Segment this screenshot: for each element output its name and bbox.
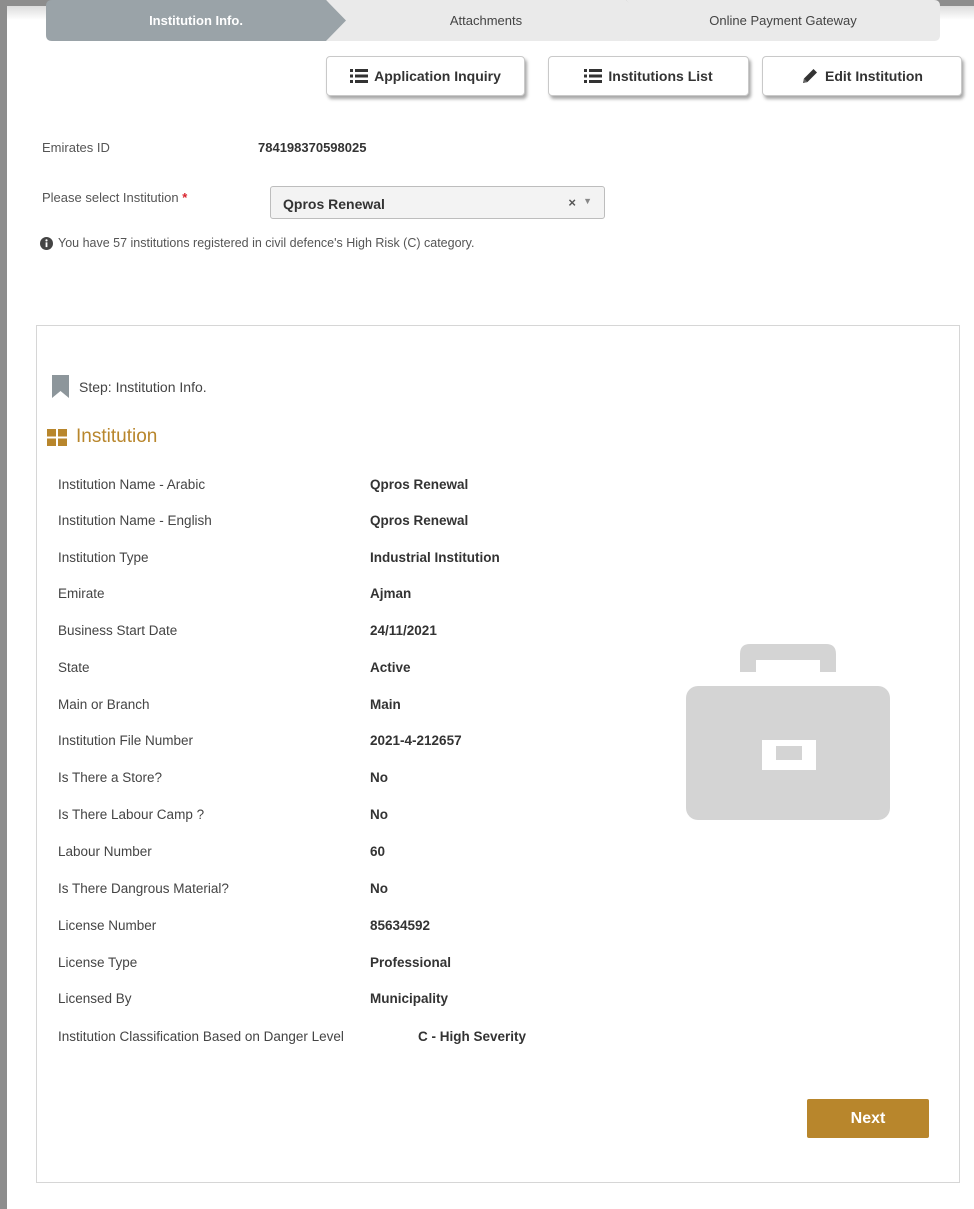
- chevron-down-icon[interactable]: ▼: [583, 196, 592, 206]
- detail-label: Is There a Store?: [58, 770, 163, 785]
- detail-label: Labour Number: [58, 844, 152, 859]
- emirates-id-label: Emirates ID: [42, 140, 110, 155]
- step-indicator-text: Step: Institution Info.: [79, 378, 207, 395]
- institution-select-label-text: Please select Institution: [42, 190, 179, 205]
- detail-label: License Number: [58, 918, 157, 933]
- info-message: You have 57 institutions registered in c…: [40, 236, 474, 250]
- edit-institution-button[interactable]: Edit Institution: [762, 56, 962, 96]
- section-title: Institution: [47, 426, 157, 448]
- detail-value: No: [370, 881, 388, 896]
- detail-label: Is There Dangrous Material?: [58, 881, 229, 896]
- detail-value: No: [370, 807, 388, 822]
- window-frame-left: [0, 0, 7, 1209]
- institution-select[interactable]: Qpros Renewal × ▼: [270, 186, 605, 219]
- detail-value: 24/11/2021: [370, 623, 437, 638]
- detail-label: License Type: [58, 955, 138, 970]
- institutions-list-label: Institutions List: [608, 68, 713, 84]
- application-inquiry-label: Application Inquiry: [374, 68, 501, 84]
- wizard-step-institution-info[interactable]: Institution Info.: [46, 0, 346, 41]
- next-button[interactable]: Next: [807, 1099, 929, 1138]
- wizard-step-label: Institution Info.: [149, 13, 243, 28]
- pencil-icon: [801, 67, 819, 85]
- detail-value: Qpros Renewal: [370, 477, 469, 492]
- detail-label: Institution Name - English: [58, 513, 212, 528]
- wizard-step-attachments[interactable]: Attachments: [326, 0, 646, 41]
- detail-label: Main or Branch: [58, 697, 150, 712]
- required-mark: *: [182, 190, 188, 205]
- detail-label: Institution Classification Based on Dang…: [58, 1029, 344, 1044]
- detail-value: Municipality: [370, 991, 449, 1006]
- detail-value: No: [370, 770, 388, 785]
- detail-value: C - High Severity: [418, 1029, 527, 1044]
- emirates-id-value: 784198370598025: [258, 140, 367, 155]
- step-indicator: Step: Institution Info.: [52, 375, 207, 398]
- institutions-list-button[interactable]: Institutions List: [548, 56, 749, 96]
- section-title-text: Institution: [76, 426, 158, 447]
- application-inquiry-button[interactable]: Application Inquiry: [326, 56, 525, 96]
- institution-select-label: Please select Institution *: [42, 190, 187, 205]
- detail-label: Institution Type: [58, 550, 149, 565]
- wizard-step-label: Attachments: [449, 13, 523, 28]
- info-circle-icon: [40, 236, 53, 250]
- detail-value: 85634592: [370, 918, 431, 933]
- detail-value: 2021-4-212657: [370, 733, 462, 748]
- detail-value: Qpros Renewal: [370, 513, 469, 528]
- detail-label: Is There Labour Camp ?: [58, 807, 205, 822]
- bookmark-icon: [52, 375, 69, 398]
- wizard-step-online-payment[interactable]: Online Payment Gateway: [626, 0, 940, 41]
- detail-label: Licensed By: [58, 991, 132, 1006]
- detail-value: Ajman: [370, 586, 412, 601]
- list-icon: [584, 69, 603, 83]
- detail-label: Institution Name - Arabic: [58, 477, 206, 492]
- wizard-step-label: Online Payment Gateway: [709, 13, 857, 28]
- detail-label: Emirate: [58, 586, 105, 601]
- briefcase-icon: [686, 644, 890, 825]
- detail-label: State: [58, 660, 90, 675]
- detail-value: 60: [370, 844, 386, 859]
- detail-value: Active: [370, 660, 411, 675]
- detail-label: Institution File Number: [58, 733, 194, 748]
- detail-label: Business Start Date: [58, 623, 178, 638]
- detail-value: Industrial Institution: [370, 550, 500, 565]
- detail-value: Main: [370, 697, 401, 712]
- info-message-text: You have 57 institutions registered in c…: [58, 236, 475, 250]
- list-icon: [350, 69, 369, 83]
- edit-institution-label: Edit Institution: [825, 68, 923, 84]
- grid-icon: [47, 428, 67, 446]
- detail-value: Professional: [370, 955, 452, 970]
- institution-select-value: Qpros Renewal: [283, 196, 385, 212]
- clear-selection-icon[interactable]: ×: [568, 195, 576, 210]
